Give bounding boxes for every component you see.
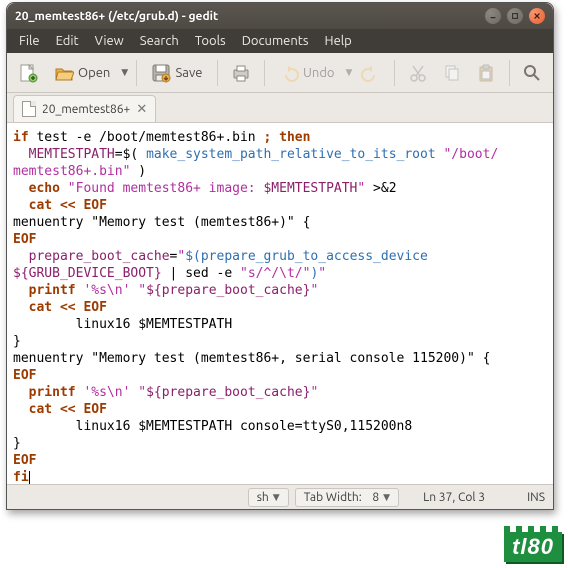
tab-close-icon[interactable]: ✕ (136, 102, 147, 117)
gedit-window: 20_memtest86+ (/etc/grub.d) - gedit File… (6, 2, 554, 510)
undo-dropdown[interactable]: ▼ (346, 67, 353, 78)
cursor-position: Ln 37, Col 3 (423, 491, 485, 504)
tabwidth-selector[interactable]: Tab Width: 8▼ (295, 488, 399, 507)
minimize-button[interactable] (485, 8, 501, 24)
menu-view[interactable]: View (89, 32, 130, 50)
menu-search[interactable]: Search (134, 32, 185, 50)
editor-area[interactable]: if test -e /boot/memtest86+.bin ; then M… (7, 123, 553, 485)
tab-label: 20_memtest86+ (42, 103, 130, 116)
paste-button[interactable] (471, 58, 501, 88)
new-document-button[interactable] (13, 58, 43, 88)
undo-label: Undo (303, 66, 335, 80)
menu-help[interactable]: Help (319, 32, 358, 50)
redo-button[interactable] (356, 58, 386, 88)
find-button[interactable] (517, 58, 547, 88)
titlebar[interactable]: 20_memtest86+ (/etc/grub.d) - gedit (7, 3, 553, 29)
menu-edit[interactable]: Edit (50, 32, 85, 50)
document-icon (22, 101, 36, 117)
insert-mode: INS (527, 491, 545, 504)
menu-documents[interactable]: Documents (236, 32, 315, 50)
watermark: tl80 (504, 532, 562, 562)
text-cursor (29, 471, 30, 485)
tabbar: 20_memtest86+ ✕ (7, 93, 553, 123)
menu-file[interactable]: File (13, 32, 46, 50)
print-button[interactable] (226, 58, 256, 88)
toolbar: Open ▼ Save Undo ▼ (7, 53, 553, 93)
window-title: 20_memtest86+ (/etc/grub.d) - gedit (15, 10, 485, 23)
undo-button[interactable]: Undo (272, 58, 342, 88)
menubar: File Edit View Search Tools Documents He… (7, 29, 553, 53)
save-label: Save (175, 66, 202, 80)
save-button[interactable]: Save (144, 58, 209, 88)
open-label: Open (78, 66, 110, 80)
cut-button[interactable] (403, 58, 433, 88)
maximize-button[interactable] (507, 8, 523, 24)
document-tab[interactable]: 20_memtest86+ ✕ (13, 95, 156, 122)
copy-button[interactable] (437, 58, 467, 88)
statusbar: sh▼ Tab Width: 8▼ Ln 37, Col 3 INS (7, 485, 553, 509)
language-selector[interactable]: sh▼ (248, 488, 289, 507)
close-button[interactable] (529, 8, 545, 24)
window-controls (485, 8, 545, 24)
open-dropdown[interactable]: ▼ (121, 67, 128, 78)
menu-tools[interactable]: Tools (189, 32, 232, 50)
open-button[interactable]: Open (47, 58, 117, 88)
